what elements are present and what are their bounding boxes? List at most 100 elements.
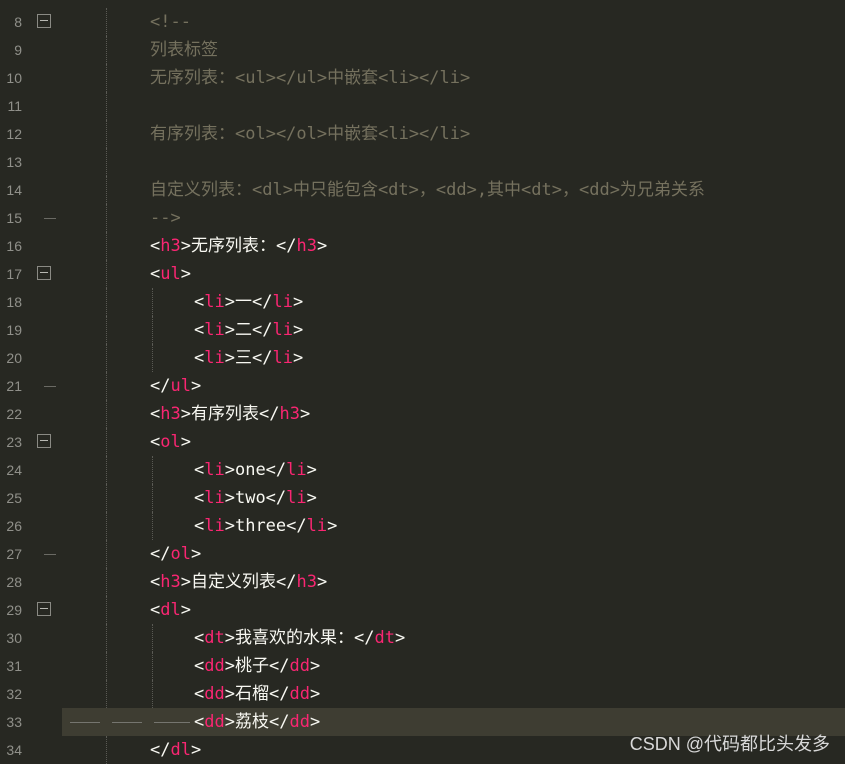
- tag-name-token: h3: [160, 236, 181, 256]
- text-token: >二</: [224, 320, 273, 340]
- indent-guide: [106, 428, 107, 456]
- line-number: 25: [6, 490, 22, 506]
- code-line[interactable]: 8 <!--: [0, 8, 845, 36]
- code-text: 自定义列表：<dl>中只能包含<dt>，<dd>,其中<dt>，<dd>为兄弟关…: [150, 176, 705, 204]
- tag-name-token: ol: [170, 544, 191, 564]
- tag-name-token: li: [272, 292, 293, 312]
- tag-name-token: li: [204, 488, 225, 508]
- code-line[interactable]: 10 无序列表：<ul></ul>中嵌套<li></li>: [0, 64, 845, 92]
- code-line[interactable]: 29 <dl>: [0, 596, 845, 624]
- text-token: <: [150, 572, 161, 592]
- code-text: <h3>有序列表</h3>: [150, 400, 310, 428]
- code-line[interactable]: 12 有序列表：<ol></ol>中嵌套<li></li>: [0, 120, 845, 148]
- text-token: <: [194, 656, 205, 676]
- code-line[interactable]: 26 <li>three</li>: [0, 512, 845, 540]
- tag-name-token: ol: [160, 432, 181, 452]
- indent-guide: [106, 456, 107, 484]
- code-line[interactable]: 11: [0, 92, 845, 120]
- code-line[interactable]: 19 <li>二</li>: [0, 316, 845, 344]
- tag-name-token: li: [272, 348, 293, 368]
- code-text: <li>三</li>: [194, 344, 303, 372]
- code-editor[interactable]: 8 <!-- 9 列表标签 10 无序列表：<ul></ul>中嵌套<li></li> 11…: [0, 0, 845, 764]
- text-token: <: [150, 600, 161, 620]
- code-line[interactable]: 30 <dt>我喜欢的水果：</dt>: [0, 624, 845, 652]
- fold-toggle-icon[interactable]: [37, 14, 51, 28]
- indent-guide: [152, 484, 153, 512]
- code-text: <h3>自定义列表</h3>: [150, 568, 327, 596]
- code-line[interactable]: 28 <h3>自定义列表</h3>: [0, 568, 845, 596]
- text-token: >: [180, 600, 191, 620]
- indent-guide: [152, 344, 153, 372]
- text-token: >: [190, 376, 202, 396]
- text-token: >: [292, 348, 304, 368]
- code-line[interactable]: 13: [0, 148, 845, 176]
- code-line[interactable]: 24 <li>one</li>: [0, 456, 845, 484]
- tag-name-token: li: [204, 348, 225, 368]
- fold-toggle-icon[interactable]: [37, 602, 51, 616]
- code-line[interactable]: 17 <ul>: [0, 260, 845, 288]
- tag-name-token: ul: [170, 376, 191, 396]
- indent-guide: [106, 484, 107, 512]
- text-token: >无序列表：</: [180, 236, 297, 256]
- text-token: >: [327, 516, 338, 536]
- code-text: <ul>: [150, 260, 191, 288]
- code-line[interactable]: 16 <h3>无序列表：</h3>: [0, 232, 845, 260]
- code-line[interactable]: 32 <dd>石榴</dd>: [0, 680, 845, 708]
- comment-token: <!--: [150, 12, 191, 32]
- line-number: 29: [6, 602, 22, 618]
- whitespace-marker: [112, 722, 142, 723]
- code-text: </ul>: [150, 372, 201, 400]
- code-line[interactable]: 15 -->: [0, 204, 845, 232]
- text-token: </: [150, 376, 171, 396]
- tag-name-token: dt: [204, 628, 225, 648]
- indent-guide: [106, 260, 107, 288]
- line-number: 11: [7, 98, 22, 114]
- code-line[interactable]: 9 列表标签: [0, 36, 845, 64]
- line-number: 18: [6, 294, 22, 310]
- code-line[interactable]: 20 <li>三</li>: [0, 344, 845, 372]
- tag-name-token: dl: [170, 740, 191, 760]
- code-line[interactable]: 31 <dd>桃子</dd>: [0, 652, 845, 680]
- code-text: <li>two</li>: [194, 484, 317, 512]
- text-token: <: [194, 292, 205, 312]
- text-token: >one</: [224, 460, 287, 480]
- indent-guide: [152, 512, 153, 540]
- code-line[interactable]: 23 <ol>: [0, 428, 845, 456]
- indent-guide: [106, 148, 107, 176]
- code-text: </dl>: [150, 736, 201, 764]
- tag-name-token: li: [286, 460, 307, 480]
- indent-guide: [106, 652, 107, 680]
- text-token: >桃子</: [224, 656, 290, 676]
- line-number: 22: [6, 406, 22, 422]
- tag-name-token: dl: [160, 600, 181, 620]
- text-token: <: [194, 488, 205, 508]
- indent-guide: [106, 204, 107, 232]
- indent-guide: [106, 36, 107, 64]
- code-line[interactable]: 21 </ul>: [0, 372, 845, 400]
- text-token: >three</: [224, 516, 307, 536]
- code-line[interactable]: 25 <li>two</li>: [0, 484, 845, 512]
- code-line[interactable]: 22 <h3>有序列表</h3>: [0, 400, 845, 428]
- code-line[interactable]: 18 <li>一</li>: [0, 288, 845, 316]
- fold-toggle-icon[interactable]: [37, 434, 51, 448]
- code-text: </ol>: [150, 540, 201, 568]
- indent-guide: [152, 680, 153, 708]
- code-text: <dt>我喜欢的水果：</dt>: [194, 624, 405, 652]
- whitespace-marker: [154, 722, 190, 723]
- fold-toggle-icon[interactable]: [37, 266, 51, 280]
- tag-name-token: dt: [374, 628, 395, 648]
- code-text: <li>one</li>: [194, 456, 317, 484]
- fold-end-marker: [44, 386, 56, 387]
- line-number: 19: [6, 322, 22, 338]
- code-line[interactable]: 27 </ol>: [0, 540, 845, 568]
- line-number: 17: [6, 266, 22, 282]
- code-text: <li>一</li>: [194, 288, 303, 316]
- indent-guide: [152, 456, 153, 484]
- code-line[interactable]: 14 自定义列表：<dl>中只能包含<dt>，<dd>,其中<dt>，<dd>为兄…: [0, 176, 845, 204]
- tag-name-token: li: [272, 320, 293, 340]
- code-text: <!--: [150, 8, 191, 36]
- text-token: >自定义列表</: [180, 572, 297, 592]
- tag-name-token: dd: [289, 712, 310, 732]
- code-text: -->: [150, 204, 181, 232]
- line-number: 34: [6, 742, 22, 758]
